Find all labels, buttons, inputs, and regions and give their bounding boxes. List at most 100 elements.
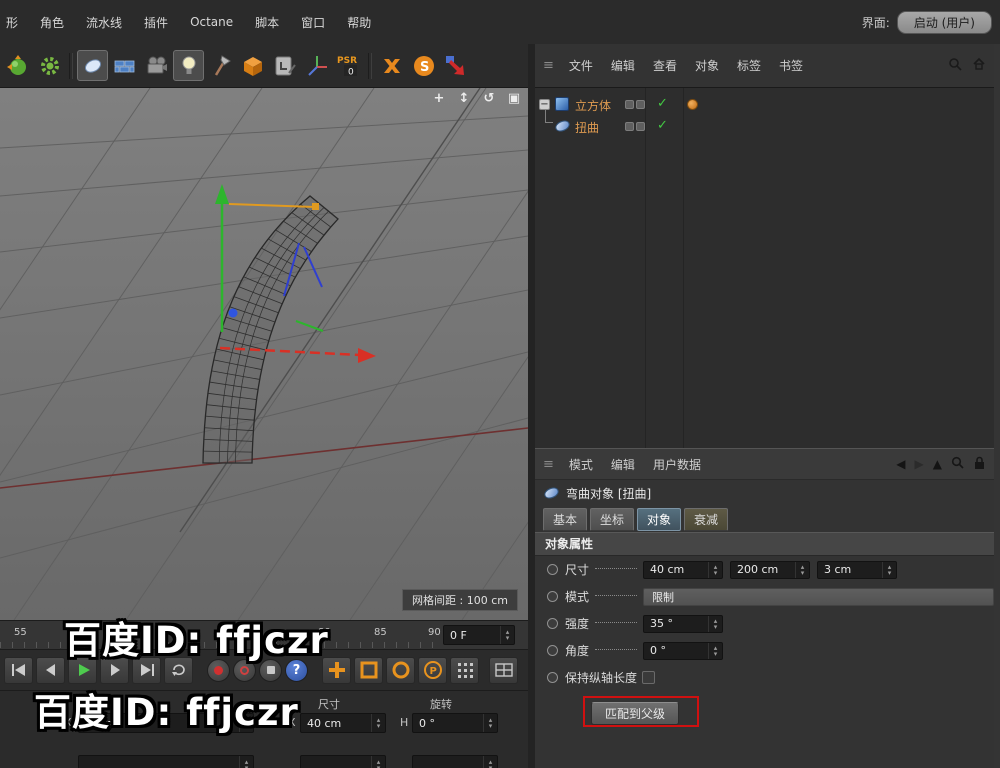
mode-dropdown[interactable]: 限制 [643, 587, 994, 606]
menu-item-plugins[interactable]: 插件 [133, 14, 179, 31]
light-icon[interactable] [173, 50, 204, 81]
size-y-field[interactable]: 200 cm [730, 560, 810, 579]
bend-deformer-icon[interactable] [77, 50, 108, 81]
cube-icon[interactable] [237, 50, 268, 81]
home-icon[interactable] [972, 57, 986, 74]
om-menu-edit[interactable]: 编辑 [602, 57, 644, 74]
tab-basic[interactable]: 基本 [543, 507, 588, 531]
selection-ball-icon[interactable] [2, 50, 33, 81]
key-parameter-button[interactable]: P [418, 656, 447, 684]
keyframe-dot-icon[interactable] [547, 564, 558, 575]
spinner-icon[interactable] [708, 615, 722, 632]
menu-item-script[interactable]: 脚本 [244, 14, 290, 31]
object-name[interactable]: 立方体 [575, 97, 611, 114]
keyframe-dot-icon[interactable] [547, 591, 558, 602]
rotation-p-field-clipped[interactable] [412, 755, 498, 768]
phong-tag-icon[interactable] [687, 99, 698, 110]
panel-grip-icon[interactable] [535, 58, 560, 73]
enabled-check-icon[interactable] [657, 118, 668, 133]
interface-dropdown[interactable]: 启动 (用户) [896, 10, 992, 34]
om-menu-object[interactable]: 对象 [686, 57, 728, 74]
go-start-button[interactable] [4, 656, 33, 684]
expander-icon[interactable] [539, 99, 550, 110]
search-icon[interactable] [951, 456, 964, 472]
spinner-icon[interactable] [795, 561, 809, 578]
object-name[interactable]: 扭曲 [575, 119, 599, 136]
gear-icon[interactable] [34, 50, 65, 81]
history-back-icon[interactable]: ◀ [896, 457, 905, 471]
position-y-field-clipped[interactable] [78, 755, 254, 768]
up-level-icon[interactable]: ▲ [933, 457, 942, 471]
spinner-icon[interactable] [708, 561, 722, 578]
tab-coordinates[interactable]: 坐标 [590, 507, 635, 531]
menu-item-deform[interactable]: 形 [0, 14, 29, 31]
tablet-pen-icon[interactable] [269, 50, 300, 81]
keyframe-dot-icon[interactable] [547, 645, 558, 656]
floor-tiles-icon[interactable] [109, 50, 140, 81]
spinner-icon[interactable] [708, 642, 722, 659]
size-x-coord-field[interactable]: 40 cm [300, 713, 386, 733]
dolly-icon[interactable] [456, 91, 472, 106]
perspective-viewport[interactable]: 网格间距 : 100 cm [0, 88, 528, 620]
key-scale-button[interactable] [354, 656, 383, 684]
history-forward-icon[interactable]: ▶ [915, 457, 924, 471]
keep-length-checkbox[interactable] [642, 671, 656, 684]
panel-divider[interactable] [528, 44, 535, 768]
angle-field[interactable]: 0 ° [643, 641, 723, 660]
key-rotation-button[interactable] [386, 656, 415, 684]
object-row-bend[interactable]: 扭曲 [535, 116, 994, 138]
axe-icon[interactable] [205, 50, 236, 81]
enabled-check-icon[interactable] [657, 96, 668, 111]
lock-icon[interactable] [973, 456, 986, 473]
om-menu-view[interactable]: 查看 [644, 57, 686, 74]
axis-xyz-icon[interactable] [301, 50, 332, 81]
tab-object[interactable]: 对象 [637, 507, 682, 531]
spinner-icon[interactable] [371, 714, 385, 732]
render-arrow-icon[interactable] [440, 50, 471, 81]
keyframe-dot-icon[interactable] [547, 618, 558, 629]
spinner-icon[interactable] [500, 626, 514, 644]
sketch-s-icon[interactable]: S [408, 50, 439, 81]
orbit-icon[interactable] [481, 91, 497, 106]
menu-item-octane[interactable]: Octane [179, 15, 244, 29]
key-pla-button[interactable] [450, 656, 479, 684]
right-scroll-strip[interactable] [994, 44, 1000, 768]
menu-item-help[interactable]: 帮助 [336, 14, 382, 31]
spinner-icon[interactable] [239, 756, 253, 768]
maximize-icon[interactable] [506, 91, 522, 106]
editor-visibility-dot[interactable] [625, 100, 634, 109]
search-icon[interactable] [948, 57, 962, 74]
om-menu-tag[interactable]: 标签 [728, 57, 770, 74]
prev-frame-button[interactable] [36, 656, 65, 684]
psr-icon[interactable]: PSR 0 [333, 50, 364, 81]
spinner-icon[interactable] [483, 714, 497, 732]
snap-table-button[interactable] [489, 656, 518, 684]
size-z-field[interactable]: 3 cm [817, 560, 897, 579]
panel-grip-icon[interactable] [535, 457, 560, 472]
om-menu-file[interactable]: 文件 [560, 57, 602, 74]
menu-item-window[interactable]: 窗口 [290, 14, 336, 31]
attr-menu-mode[interactable]: 模式 [560, 456, 602, 473]
size-y-field-clipped[interactable] [300, 755, 386, 768]
menu-item-character[interactable]: 角色 [29, 14, 75, 31]
attr-menu-userdata[interactable]: 用户数据 [644, 456, 710, 473]
spinner-icon[interactable] [371, 756, 385, 768]
editor-visibility-dot[interactable] [625, 122, 634, 131]
tab-falloff[interactable]: 衰减 [684, 507, 729, 531]
size-x-field[interactable]: 40 cm [643, 560, 723, 579]
section-object-properties[interactable]: 对象属性 [535, 532, 994, 556]
spinner-icon[interactable] [882, 561, 896, 578]
attr-menu-edit[interactable]: 编辑 [602, 456, 644, 473]
pan-icon[interactable] [431, 91, 447, 106]
menu-item-pipeline[interactable]: 流水线 [75, 14, 133, 31]
render-visibility-dot[interactable] [636, 122, 645, 131]
om-menu-bookmark[interactable]: 书签 [770, 57, 812, 74]
xpresso-icon[interactable] [376, 50, 407, 81]
keyframe-dot-icon[interactable] [547, 672, 558, 683]
current-frame-field[interactable]: 0 F [443, 625, 515, 645]
camera-icon[interactable] [141, 50, 172, 81]
strength-field[interactable]: 35 ° [643, 614, 723, 633]
render-visibility-dot[interactable] [636, 100, 645, 109]
fit-to-parent-button[interactable]: 匹配到父级 [591, 702, 680, 725]
rotation-h-field[interactable]: 0 ° [412, 713, 498, 733]
